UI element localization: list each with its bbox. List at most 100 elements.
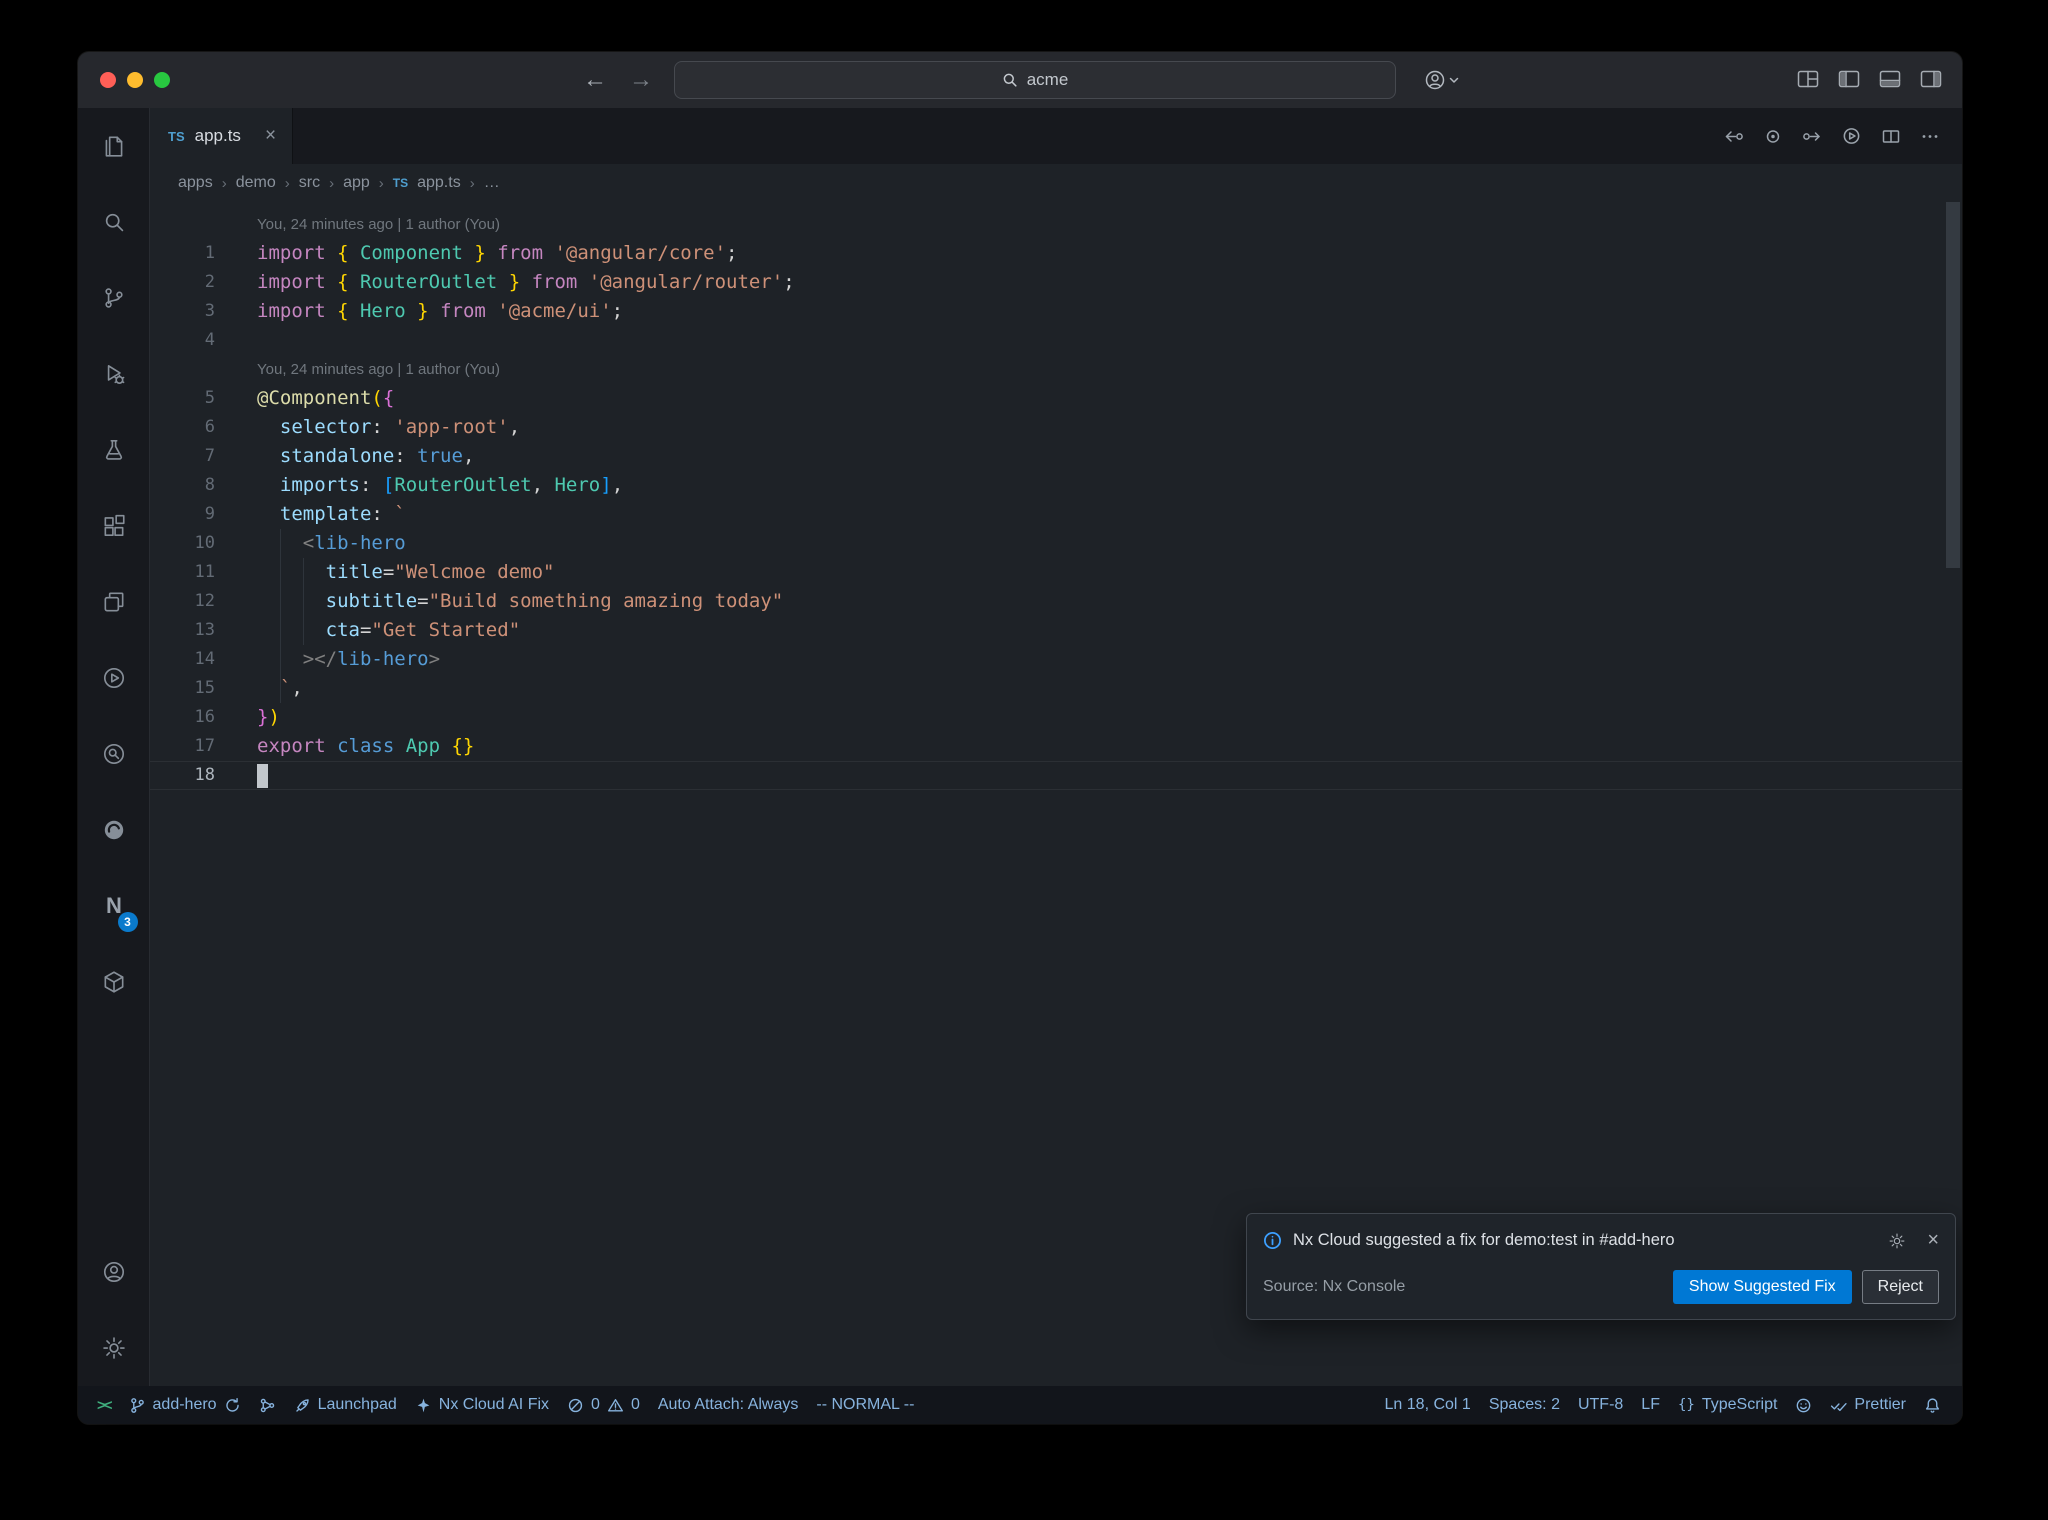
encoding-item[interactable]: UTF-8 — [1569, 1386, 1632, 1424]
code-lines: You, 24 minutes ago | 1 author (You) 1 imp… — [150, 210, 1962, 790]
main-area: N 3 TS app.ts × apps › demo › src › app … — [78, 108, 1962, 1386]
line-number: 1 — [204, 243, 215, 263]
window-controls — [100, 72, 170, 88]
nx-cloud-ai-fix-label: Nx Cloud AI Fix — [438, 1396, 550, 1413]
editor-actions — [1724, 108, 1962, 164]
feedback-item[interactable] — [1786, 1386, 1821, 1424]
nx-cloud-ai-fix-item[interactable]: Nx Cloud AI Fix — [406, 1386, 558, 1424]
eol-item[interactable]: LF — [1632, 1386, 1669, 1424]
close-tab-icon[interactable]: × — [265, 125, 276, 147]
search-circle-icon — [103, 743, 124, 765]
code-line: <lib-hero — [257, 529, 1962, 558]
split-editor-icon[interactable] — [1881, 128, 1901, 145]
sidebar-item-run-debug[interactable] — [78, 336, 150, 412]
toggle-blame-icon[interactable] — [1763, 128, 1783, 145]
typescript-file-icon: TS — [392, 176, 409, 190]
code-line: title="Welcmoe demo" — [257, 558, 1962, 587]
line-number: 11 — [194, 562, 215, 582]
sidebar-item-run-circle[interactable] — [78, 640, 150, 716]
sidebar-item-account[interactable] — [78, 1234, 150, 1310]
open-file-icon[interactable] — [1802, 128, 1822, 145]
indent-guide — [279, 529, 281, 558]
errors-icon — [568, 1398, 583, 1412]
minimize-window-button[interactable] — [127, 72, 143, 88]
breadcrumb-item[interactable]: src — [299, 174, 320, 192]
code-editor[interactable]: You, 24 minutes ago | 1 author (You) 1 imp… — [150, 202, 1962, 1386]
titlebar: ← → acme — [78, 52, 1962, 108]
profile-menu[interactable] — [1424, 68, 1460, 92]
code-line: @Component({ — [257, 387, 395, 409]
toggle-primary-sidebar-icon[interactable] — [1838, 70, 1860, 88]
run-file-icon[interactable] — [1841, 127, 1862, 145]
sidebar-item-circle-logo[interactable] — [78, 792, 150, 868]
line-number: 6 — [204, 417, 215, 437]
sidebar-item-settings[interactable] — [78, 1310, 150, 1386]
zoom-window-button[interactable] — [154, 72, 170, 88]
auto-attach-item[interactable]: Auto Attach: Always — [649, 1386, 808, 1424]
run-debug-icon — [107, 365, 124, 385]
back-icon[interactable]: ← — [583, 66, 607, 94]
sidebar-item-nx[interactable]: N 3 — [78, 868, 150, 944]
toggle-secondary-sidebar-icon[interactable] — [1920, 70, 1942, 88]
code-row: 4 — [150, 326, 1962, 355]
blame-annotation-row: You, 24 minutes ago | 1 author (You) — [150, 355, 1962, 384]
commit-graph-icon — [260, 1398, 274, 1412]
remote-indicator[interactable]: >< — [88, 1386, 120, 1424]
toast-close-icon[interactable]: × — [1927, 1229, 1939, 1252]
breadcrumb-item[interactable]: app.ts — [417, 174, 461, 192]
line-number: 18 — [194, 765, 215, 785]
show-suggested-fix-button[interactable]: Show Suggested Fix — [1672, 1270, 1852, 1304]
search-icon — [105, 213, 123, 232]
breadcrumb-item[interactable]: apps — [178, 174, 213, 192]
indent-guide — [279, 616, 281, 645]
code-row: 8 imports: [RouterOutlet, Hero], — [150, 471, 1962, 500]
reject-button[interactable]: Reject — [1861, 1270, 1939, 1304]
toast-settings-button[interactable] — [1888, 1232, 1906, 1250]
cursor-position-item[interactable]: Ln 18, Col 1 — [1376, 1386, 1480, 1424]
breadcrumb-item[interactable]: app — [343, 174, 370, 192]
notifications-item[interactable] — [1915, 1386, 1950, 1424]
code-row: 3 import { Hero } from '@acme/ui'; — [150, 297, 1962, 326]
language-mode-item[interactable]: {} TypeScript — [1669, 1386, 1786, 1424]
auto-attach-label: Auto Attach: Always — [657, 1396, 799, 1413]
sidebar-item-explorer[interactable] — [78, 108, 150, 184]
sidebar-item-search-circle[interactable] — [78, 716, 150, 792]
notification-toast: Nx Cloud suggested a fix for demo:test i… — [1246, 1213, 1956, 1320]
line-number: 2 — [204, 272, 215, 292]
more-actions-icon[interactable] — [1920, 128, 1940, 145]
language-label: TypeScript — [1701, 1396, 1778, 1413]
formatter-item[interactable]: Prettier — [1821, 1386, 1915, 1424]
indentation-item[interactable]: Spaces: 2 — [1480, 1386, 1569, 1424]
warnings-count: 0 — [630, 1396, 640, 1413]
sidebar-item-testing[interactable] — [78, 412, 150, 488]
breadcrumb-item[interactable]: … — [484, 174, 500, 192]
sidebar-item-windows-stack[interactable] — [78, 564, 150, 640]
code-row: 18 — [150, 761, 1962, 790]
gear-icon — [1889, 1233, 1905, 1248]
sidebar-item-package[interactable] — [78, 944, 150, 1020]
command-center-search[interactable]: acme — [674, 61, 1396, 99]
editor-region: TS app.ts × apps › demo › src › app › TS… — [150, 108, 1962, 1386]
close-window-button[interactable] — [100, 72, 116, 88]
breadcrumb-item[interactable]: demo — [236, 174, 276, 192]
beaker-icon — [105, 439, 122, 460]
customize-layout-icon[interactable] — [1797, 70, 1819, 88]
line-number: 9 — [204, 504, 215, 524]
chevron-right-icon: › — [378, 174, 384, 192]
commit-graph-item[interactable] — [250, 1386, 285, 1424]
vertical-scrollbar[interactable] — [1946, 202, 1960, 568]
forward-icon[interactable]: → — [629, 66, 653, 94]
sidebar-item-source-control[interactable] — [78, 260, 150, 336]
sidebar-item-extensions[interactable] — [78, 488, 150, 564]
source-control-icon — [104, 288, 123, 308]
problems-item[interactable]: 0 0 — [558, 1386, 649, 1424]
sidebar-item-search[interactable] — [78, 184, 150, 260]
tab-app-ts[interactable]: TS app.ts × — [150, 108, 294, 164]
toggle-panel-icon[interactable] — [1879, 70, 1901, 88]
launchpad-item[interactable]: Launchpad — [285, 1386, 406, 1424]
git-branch-item[interactable]: add-hero — [120, 1386, 250, 1424]
open-changes-icon[interactable] — [1724, 128, 1744, 145]
vim-mode-item[interactable]: -- NORMAL -- — [807, 1386, 923, 1424]
status-bar: >< add-hero Launchpad Nx Cloud AI Fix 0 … — [78, 1386, 1962, 1424]
